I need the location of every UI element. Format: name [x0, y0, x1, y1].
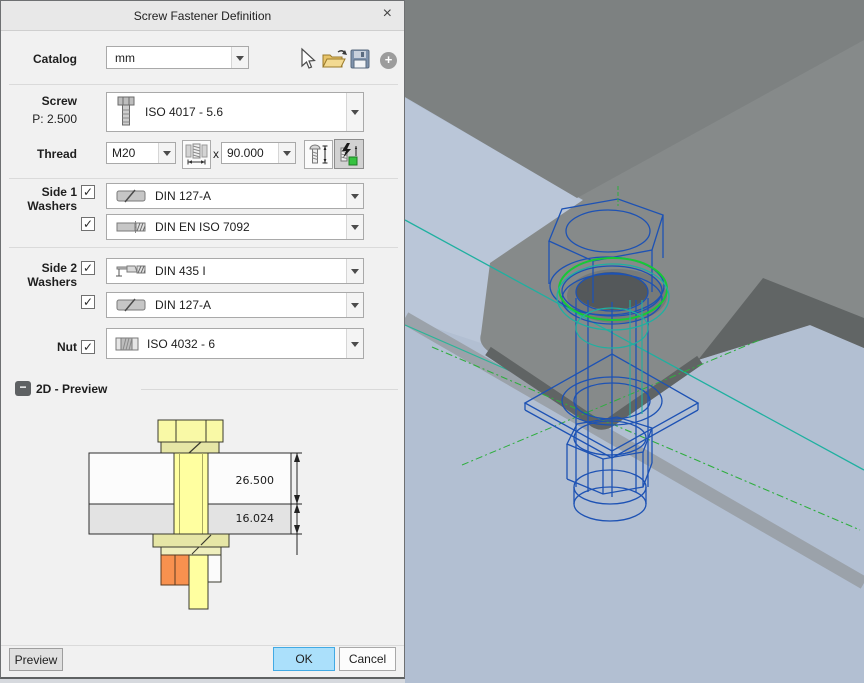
cancel-button[interactable]: Cancel [339, 647, 396, 671]
side1-washer1-select[interactable]: DIN 127-A [106, 183, 364, 209]
side2-washer2-value: DIN 127-A [155, 298, 212, 312]
app-window: Screw Fastener Definition × Catalog mm +… [0, 0, 864, 683]
dialog-titlebar[interactable]: Screw Fastener Definition × [1, 1, 404, 31]
thread-multiply: x [213, 147, 219, 161]
hex-bolt-icon [115, 96, 137, 128]
auto-length-flash-icon [340, 143, 358, 166]
side1-washer2-select[interactable]: DIN EN ISO 7092 [106, 214, 364, 240]
dropdown-arrow-icon[interactable] [346, 293, 363, 317]
3d-viewport[interactable] [405, 0, 864, 683]
2d-preview-drawing: 26.500 16.024 [88, 419, 302, 610]
square-taper-washer-icon [115, 264, 147, 279]
ok-button[interactable]: OK [273, 647, 335, 671]
nut-select[interactable]: ISO 4032 - 6 [106, 328, 364, 359]
side1-label-line1: Side 1 [41, 185, 77, 199]
check-icon: ✓ [82, 340, 94, 354]
side2-washer2-checkbox[interactable]: ✓ [81, 295, 95, 309]
side2-washer1-checkbox[interactable]: ✓ [81, 261, 95, 275]
preview-button-label: Preview [14, 652, 58, 667]
save-icon[interactable] [350, 49, 370, 69]
thread-diameter-button[interactable] [182, 140, 211, 169]
check-icon: ✓ [82, 185, 94, 199]
catalog-label: Catalog [32, 52, 77, 66]
ok-button-label: OK [295, 652, 313, 666]
dropdown-arrow-icon[interactable] [346, 184, 363, 208]
check-icon: ✓ [82, 261, 94, 275]
dropdown-arrow-icon[interactable] [158, 143, 175, 163]
minus-icon: − [19, 380, 27, 394]
side2-label-line1: Side 2 [41, 261, 77, 275]
screw-standard-select[interactable]: ISO 4017 - 5.6 [106, 92, 364, 132]
add-catalog-button[interactable]: + [380, 52, 397, 69]
check-icon: ✓ [82, 295, 94, 309]
split-washer-icon [115, 189, 147, 203]
dropdown-arrow-icon[interactable] [346, 93, 363, 131]
nut-standard: ISO 4032 - 6 [147, 336, 216, 351]
dialog-title: Screw Fastener Definition [133, 9, 272, 23]
split-washer-icon [115, 298, 147, 312]
open-folder-icon[interactable] [322, 48, 348, 69]
dropdown-arrow-icon[interactable] [346, 215, 363, 239]
side2-label-line2: Washers [27, 275, 77, 289]
screw-standard: ISO 4017 - 5.6 [145, 105, 224, 119]
nut-label: Nut [57, 340, 77, 354]
side2-washer2-select[interactable]: DIN 127-A [106, 292, 364, 318]
side1-washer1-value: DIN 127-A [155, 189, 212, 203]
plain-washer-icon [115, 220, 147, 234]
auto-update-length-button[interactable] [334, 139, 364, 169]
side2-washer1-select[interactable]: DIN 435 I [106, 258, 364, 284]
thread-diameter-icon [185, 143, 208, 165]
dropdown-arrow-icon[interactable] [346, 329, 363, 358]
side1-washer1-checkbox[interactable]: ✓ [81, 185, 95, 199]
nut-checkbox[interactable]: ✓ [81, 340, 95, 354]
dim-lower-plate: 16.024 [236, 512, 275, 525]
check-icon: ✓ [82, 217, 94, 231]
dropdown-arrow-icon[interactable] [231, 47, 248, 68]
catalog-value: mm [115, 50, 135, 65]
dropdown-arrow-icon[interactable] [278, 143, 295, 163]
preview-button[interactable]: Preview [9, 648, 63, 671]
cancel-button-label: Cancel [348, 652, 387, 666]
collapse-2d-preview-button[interactable]: − [15, 381, 31, 396]
side2-washer1-value: DIN 435 I [155, 264, 206, 278]
close-icon[interactable]: × [379, 5, 396, 23]
screw-fastener-dialog: Screw Fastener Definition × Catalog mm +… [0, 0, 405, 679]
side1-label-line2: Washers [27, 199, 77, 213]
side1-washer2-checkbox[interactable]: ✓ [81, 217, 95, 231]
side1-washer2-value: DIN EN ISO 7092 [155, 220, 250, 234]
dim-upper-plate: 26.500 [236, 474, 275, 487]
thread-label: Thread [36, 147, 77, 161]
hex-nut-icon [115, 337, 139, 351]
screw-label: Screw [41, 94, 77, 108]
select-cursor-icon[interactable] [297, 47, 316, 70]
thread-size-select[interactable]: M20 [106, 142, 176, 164]
thread-length-select[interactable]: 90.000 [221, 142, 296, 164]
screw-length-icon [309, 144, 328, 164]
catalog-select[interactable]: mm [106, 46, 249, 69]
2d-preview-header: 2D - Preview [36, 382, 108, 396]
screw-pitch: P: 2.500 [32, 112, 77, 126]
measure-length-button[interactable] [304, 140, 333, 169]
dropdown-arrow-icon[interactable] [346, 259, 363, 283]
